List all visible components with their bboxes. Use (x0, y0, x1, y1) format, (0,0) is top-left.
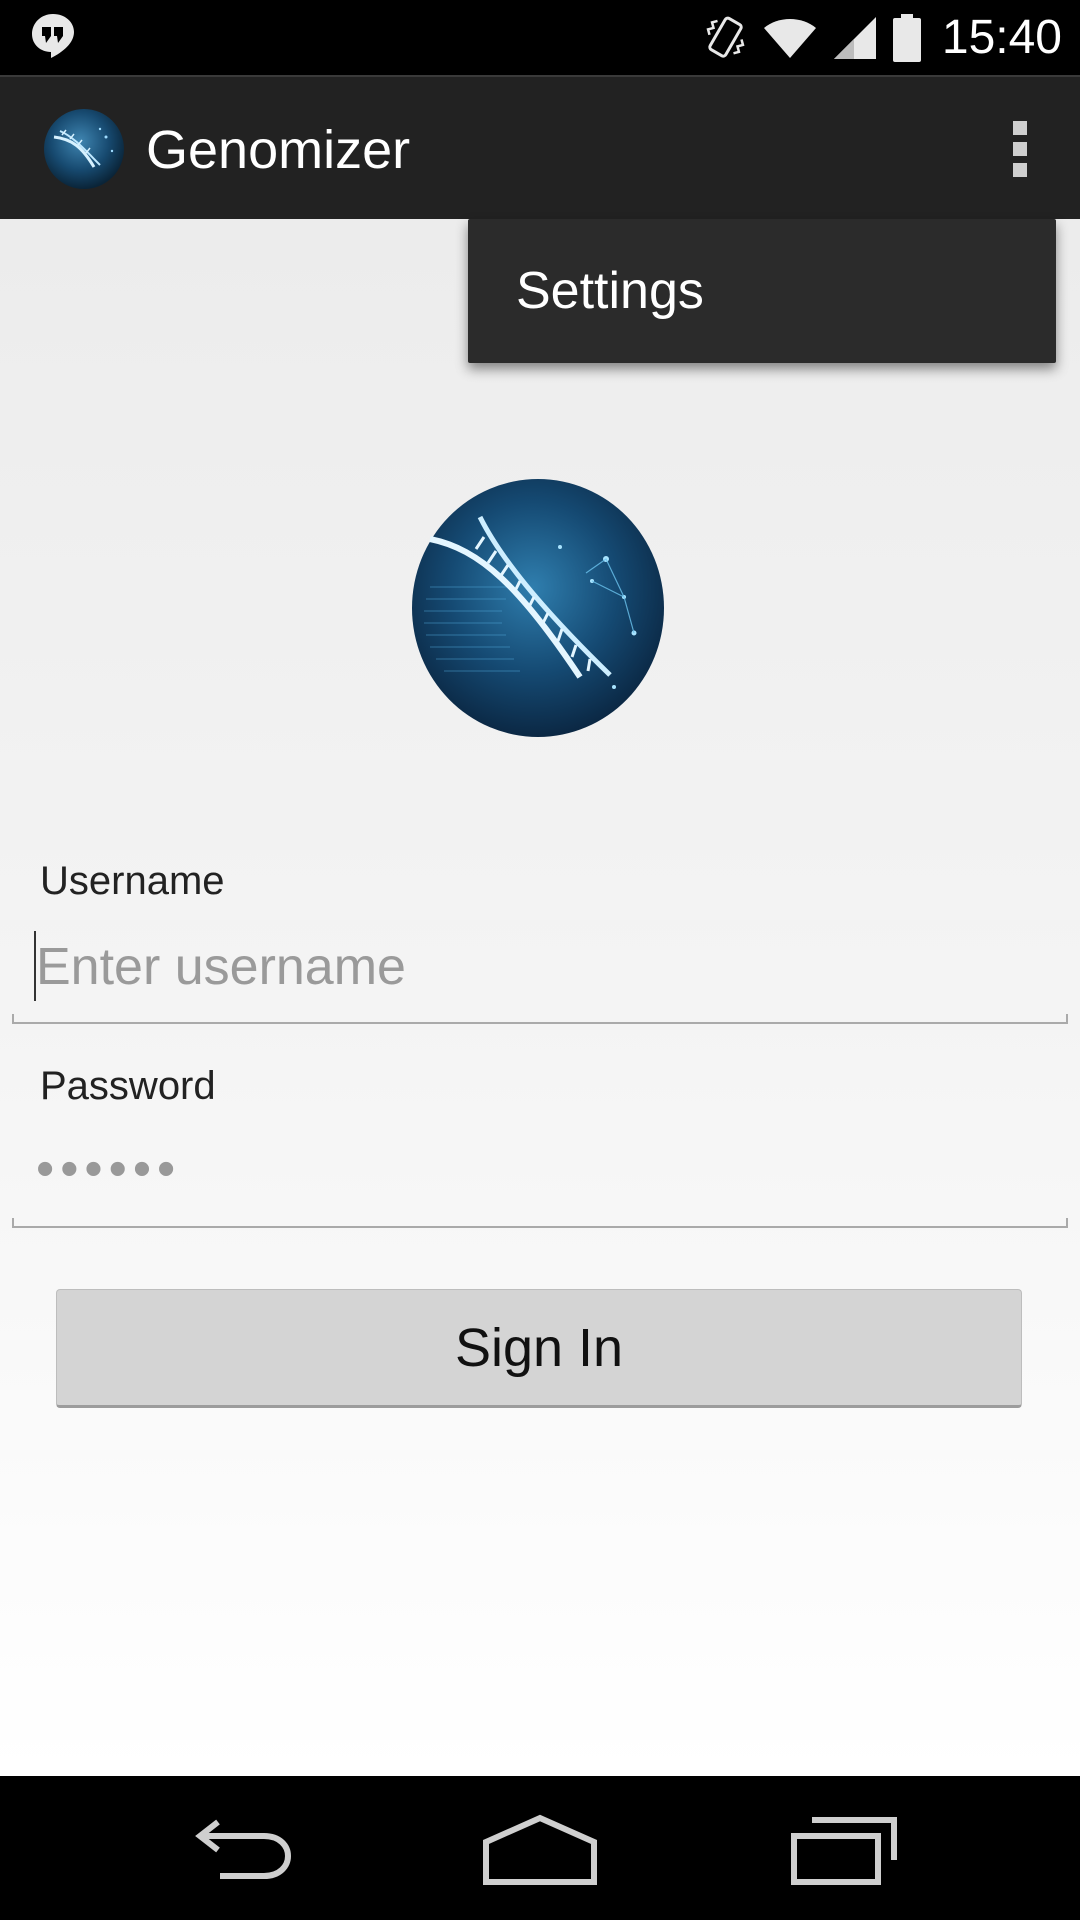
overflow-dot (1013, 163, 1027, 177)
signal-icon (833, 16, 876, 59)
password-underline (12, 1218, 1068, 1228)
password-label: Password (40, 1064, 216, 1108)
overflow-dot (1013, 121, 1027, 135)
sign-in-button[interactable]: Sign In (56, 1289, 1022, 1408)
overflow-menu: Settings (468, 219, 1056, 363)
username-input[interactable] (12, 931, 1068, 1003)
status-icons: 15:40 (702, 0, 1062, 75)
password-input[interactable] (12, 1133, 1068, 1205)
status-bar: 15:40 (0, 0, 1080, 75)
overflow-menu-icon[interactable] (1000, 115, 1040, 183)
home-icon[interactable] (480, 1806, 600, 1890)
username-label: Username (40, 859, 225, 903)
dna-globe-logo (412, 479, 664, 737)
username-underline (12, 1014, 1068, 1024)
vibrate-icon (706, 16, 745, 58)
status-time: 15:40 (941, 11, 1062, 64)
overflow-dot (1013, 142, 1027, 156)
hangouts-icon (32, 14, 74, 58)
recents-icon[interactable] (782, 1806, 902, 1890)
wifi-icon (763, 18, 816, 58)
action-bar: Genomizer (0, 75, 1080, 219)
app-title: Genomizer (146, 120, 411, 180)
battery-icon (892, 13, 921, 62)
login-screen: Username Password Sign In (0, 219, 1080, 1776)
back-icon[interactable] (180, 1806, 300, 1890)
menu-item-settings[interactable]: Settings (468, 219, 1056, 363)
dna-globe-icon[interactable] (42, 107, 126, 191)
navigation-bar (0, 1776, 1080, 1920)
text-cursor (34, 931, 36, 1001)
